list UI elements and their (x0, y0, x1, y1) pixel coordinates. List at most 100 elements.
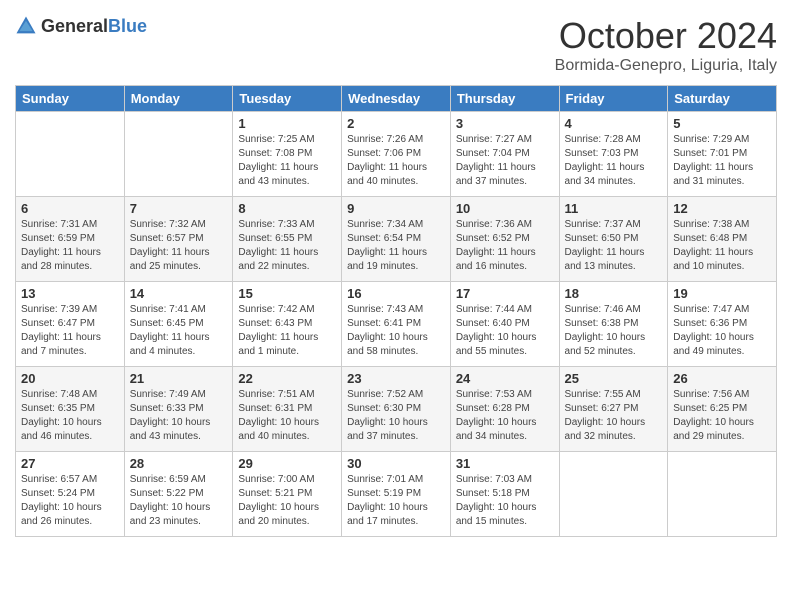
calendar-cell: 17 Sunrise: 7:44 AM Sunset: 6:40 PM Dayli… (450, 282, 559, 367)
cell-info: Sunrise: 7:48 AM Sunset: 6:35 PM Dayligh… (21, 388, 119, 444)
calendar-cell: 27 Sunrise: 6:57 AM Sunset: 5:24 PM Dayli… (16, 452, 125, 537)
cell-info: Sunrise: 7:32 AM Sunset: 6:57 PM Dayligh… (130, 218, 228, 274)
cell-info: Sunrise: 7:31 AM Sunset: 6:59 PM Dayligh… (21, 218, 119, 274)
day-number: 17 (456, 286, 554, 301)
calendar-table: SundayMondayTuesdayWednesdayThursdayFrid… (15, 85, 777, 537)
cell-info: Sunrise: 7:52 AM Sunset: 6:30 PM Dayligh… (347, 388, 445, 444)
day-number: 13 (21, 286, 119, 301)
day-number: 7 (130, 201, 228, 216)
day-number: 6 (21, 201, 119, 216)
calendar-cell: 25Sunrise: 7:55 AM Sunset: 6:27 PM Dayli… (559, 367, 668, 452)
cell-info: Sunrise: 7:47 AM Sunset: 6:36 PM Dayligh… (673, 303, 771, 359)
cell-info: Sunrise: 7:29 AM Sunset: 7:01 PM Dayligh… (673, 133, 771, 189)
col-header-sunday: Sunday (16, 86, 125, 112)
cell-info: Sunrise: 7:44 AM Sunset: 6:40 PM Dayligh… (456, 303, 554, 359)
page-header: GeneralBlue October 2024 Bormida-Genepro… (15, 15, 777, 75)
calendar-cell: 6 Sunrise: 7:31 AM Sunset: 6:59 PM Daylig… (16, 197, 125, 282)
cell-info: Sunrise: 7:26 AM Sunset: 7:06 PM Dayligh… (347, 133, 445, 189)
day-number: 2 (347, 116, 445, 131)
col-header-monday: Monday (124, 86, 233, 112)
day-number: 18 (565, 286, 663, 301)
col-header-friday: Friday (559, 86, 668, 112)
month-title: October 2024 (555, 15, 777, 57)
day-number: 11 (565, 201, 663, 216)
calendar-cell: 26 Sunrise: 7:56 AM Sunset: 6:25 PM Dayli… (668, 367, 777, 452)
day-number: 4 (565, 116, 663, 131)
calendar-week-5: 27 Sunrise: 6:57 AM Sunset: 5:24 PM Dayli… (16, 452, 777, 537)
day-number: 21 (130, 371, 228, 386)
day-number: 15 (238, 286, 336, 301)
calendar-week-2: 6 Sunrise: 7:31 AM Sunset: 6:59 PM Daylig… (16, 197, 777, 282)
calendar-cell: 9Sunrise: 7:34 AM Sunset: 6:54 PM Daylig… (342, 197, 451, 282)
day-number: 26 (673, 371, 771, 386)
day-number: 5 (673, 116, 771, 131)
cell-info: Sunrise: 7:27 AM Sunset: 7:04 PM Dayligh… (456, 133, 554, 189)
cell-info: Sunrise: 7:00 AM Sunset: 5:21 PM Dayligh… (238, 473, 336, 529)
calendar-cell: 12 Sunrise: 7:38 AM Sunset: 6:48 PM Dayli… (668, 197, 777, 282)
calendar-cell: 3 Sunrise: 7:27 AM Sunset: 7:04 PM Daylig… (450, 112, 559, 197)
calendar-cell: 8Sunrise: 7:33 AM Sunset: 6:55 PM Daylig… (233, 197, 342, 282)
cell-info: Sunrise: 7:03 AM Sunset: 5:18 PM Dayligh… (456, 473, 554, 529)
calendar-cell: 14 Sunrise: 7:41 AM Sunset: 6:45 PM Dayli… (124, 282, 233, 367)
calendar-cell: 21Sunrise: 7:49 AM Sunset: 6:33 PM Dayli… (124, 367, 233, 452)
day-number: 27 (21, 456, 119, 471)
cell-info: Sunrise: 7:53 AM Sunset: 6:28 PM Dayligh… (456, 388, 554, 444)
cell-info: Sunrise: 7:38 AM Sunset: 6:48 PM Dayligh… (673, 218, 771, 274)
calendar-cell: 15 Sunrise: 7:42 AM Sunset: 6:43 PM Dayli… (233, 282, 342, 367)
day-number: 25 (565, 371, 663, 386)
calendar-cell: 23Sunrise: 7:52 AM Sunset: 6:30 PM Dayli… (342, 367, 451, 452)
day-number: 8 (238, 201, 336, 216)
calendar-cell (124, 112, 233, 197)
cell-info: Sunrise: 7:28 AM Sunset: 7:03 PM Dayligh… (565, 133, 663, 189)
calendar-cell: 28 Sunrise: 6:59 AM Sunset: 5:22 PM Dayli… (124, 452, 233, 537)
logo-blue: Blue (108, 16, 147, 36)
day-number: 3 (456, 116, 554, 131)
day-number: 14 (130, 286, 228, 301)
day-number: 28 (130, 456, 228, 471)
location-title: Bormida-Genepro, Liguria, Italy (555, 57, 777, 75)
calendar-cell: 10Sunrise: 7:36 AM Sunset: 6:52 PM Dayli… (450, 197, 559, 282)
cell-info: Sunrise: 7:51 AM Sunset: 6:31 PM Dayligh… (238, 388, 336, 444)
calendar-week-4: 20Sunrise: 7:48 AM Sunset: 6:35 PM Dayli… (16, 367, 777, 452)
calendar-cell: 16Sunrise: 7:43 AM Sunset: 6:41 PM Dayli… (342, 282, 451, 367)
day-number: 29 (238, 456, 336, 471)
calendar-cell: 2 Sunrise: 7:26 AM Sunset: 7:06 PM Daylig… (342, 112, 451, 197)
calendar-cell (16, 112, 125, 197)
cell-info: Sunrise: 7:46 AM Sunset: 6:38 PM Dayligh… (565, 303, 663, 359)
calendar-week-1: 1 Sunrise: 7:25 AM Sunset: 7:08 PM Daylig… (16, 112, 777, 197)
day-number: 12 (673, 201, 771, 216)
day-number: 31 (456, 456, 554, 471)
cell-info: Sunrise: 7:39 AM Sunset: 6:47 PM Dayligh… (21, 303, 119, 359)
title-block: October 2024 Bormida-Genepro, Liguria, I… (555, 15, 777, 75)
cell-info: Sunrise: 7:42 AM Sunset: 6:43 PM Dayligh… (238, 303, 336, 359)
calendar-cell: 22Sunrise: 7:51 AM Sunset: 6:31 PM Dayli… (233, 367, 342, 452)
day-number: 9 (347, 201, 445, 216)
calendar-week-3: 13 Sunrise: 7:39 AM Sunset: 6:47 PM Dayli… (16, 282, 777, 367)
cell-info: Sunrise: 7:36 AM Sunset: 6:52 PM Dayligh… (456, 218, 554, 274)
calendar-cell: 4 Sunrise: 7:28 AM Sunset: 7:03 PM Daylig… (559, 112, 668, 197)
calendar-cell (668, 452, 777, 537)
cell-info: Sunrise: 7:56 AM Sunset: 6:25 PM Dayligh… (673, 388, 771, 444)
col-header-saturday: Saturday (668, 86, 777, 112)
cell-info: Sunrise: 7:25 AM Sunset: 7:08 PM Dayligh… (238, 133, 336, 189)
cell-info: Sunrise: 7:41 AM Sunset: 6:45 PM Dayligh… (130, 303, 228, 359)
cell-info: Sunrise: 6:57 AM Sunset: 5:24 PM Dayligh… (21, 473, 119, 529)
cell-info: Sunrise: 6:59 AM Sunset: 5:22 PM Dayligh… (130, 473, 228, 529)
calendar-cell: 5 Sunrise: 7:29 AM Sunset: 7:01 PM Daylig… (668, 112, 777, 197)
calendar-cell: 29 Sunrise: 7:00 AM Sunset: 5:21 PM Dayli… (233, 452, 342, 537)
header-row: SundayMondayTuesdayWednesdayThursdayFrid… (16, 86, 777, 112)
day-number: 30 (347, 456, 445, 471)
col-header-tuesday: Tuesday (233, 86, 342, 112)
calendar-cell: 18 Sunrise: 7:46 AM Sunset: 6:38 PM Dayli… (559, 282, 668, 367)
day-number: 19 (673, 286, 771, 301)
calendar-cell: 11Sunrise: 7:37 AM Sunset: 6:50 PM Dayli… (559, 197, 668, 282)
logo-general: General (41, 16, 108, 36)
logo-icon (15, 15, 37, 37)
day-number: 24 (456, 371, 554, 386)
col-header-wednesday: Wednesday (342, 86, 451, 112)
calendar-cell: 20Sunrise: 7:48 AM Sunset: 6:35 PM Dayli… (16, 367, 125, 452)
calendar-cell: 31 Sunrise: 7:03 AM Sunset: 5:18 PM Dayli… (450, 452, 559, 537)
calendar-cell: 13 Sunrise: 7:39 AM Sunset: 6:47 PM Dayli… (16, 282, 125, 367)
calendar-cell: 30Sunrise: 7:01 AM Sunset: 5:19 PM Dayli… (342, 452, 451, 537)
day-number: 1 (238, 116, 336, 131)
